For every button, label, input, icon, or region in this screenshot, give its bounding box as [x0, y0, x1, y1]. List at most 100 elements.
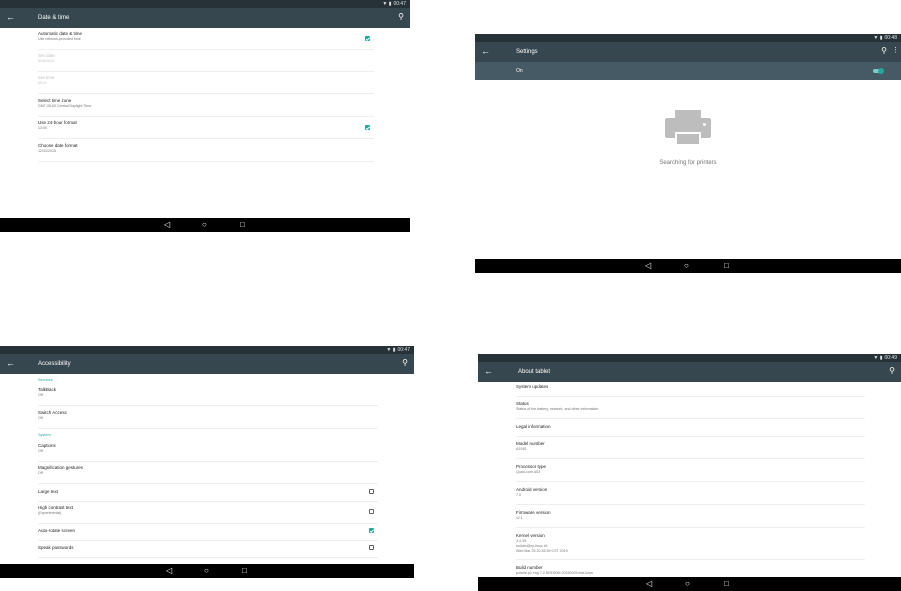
checkbox-checked[interactable] — [365, 125, 370, 130]
item-subtitle: 5/16/2019 — [38, 59, 54, 63]
list-item-time-zone[interactable]: Select time zone GMT-05:00 Central Dayli… — [38, 98, 374, 117]
page-title: Date & time — [38, 15, 70, 21]
wifi-battery-icon: ▼ ▮ — [873, 35, 883, 41]
item-subtitle: A1045 — [516, 447, 527, 451]
item-subtitle: GMT-05:00 Central Daylight Time — [38, 104, 92, 108]
list-item-captions[interactable]: Captions Off — [38, 443, 378, 462]
status-bar: ▼ ▮ 00:49 — [478, 354, 901, 362]
app-bar: ← Accessibility ⚲ — [0, 354, 414, 374]
back-arrow-icon[interactable]: ← — [6, 358, 15, 368]
on-off-switch[interactable] — [873, 68, 884, 74]
list-item-status[interactable]: Status Status of the battery, network, a… — [516, 401, 865, 419]
item-title: Select time zone — [38, 98, 72, 103]
list-item-auto-rotate[interactable]: Auto-rotate screen — [38, 527, 378, 541]
wifi-battery-icon: ▼ ▮ — [386, 347, 396, 353]
list-item-automatic-date-time[interactable]: Automatic date & time Use network-provid… — [38, 31, 374, 50]
item-subtitle: Use network-provided time — [38, 37, 81, 41]
item-subtitle: Quad-core A53 — [516, 470, 541, 474]
item-title: System updates — [516, 384, 549, 389]
switch-knob — [878, 68, 884, 74]
list-item-legal-information[interactable]: Legal information — [516, 424, 865, 437]
list-item-large-text[interactable]: Large text — [38, 488, 378, 502]
item-subtitle: (Experimental) — [38, 511, 62, 515]
list-item-switch-access[interactable]: Switch Access Off — [38, 410, 378, 429]
search-icon[interactable]: ⚲ — [881, 46, 887, 56]
list-item-speak-passwords[interactable]: Speak passwords — [38, 544, 378, 558]
nav-back-icon[interactable]: ◁ — [164, 220, 170, 230]
section-header-services: Services — [38, 378, 53, 382]
checkbox-checked[interactable] — [365, 36, 370, 41]
item-title: Legal information — [516, 424, 551, 429]
item-title: TalkBack — [38, 387, 57, 392]
item-subtitle: 12/31/2015 — [38, 149, 56, 153]
list-item-system-updates[interactable]: System updates — [516, 384, 865, 397]
item-title: Set date — [38, 53, 55, 58]
more-options-icon[interactable]: ⋮ — [892, 46, 899, 56]
app-bar: ← Date & time ⚲ — [0, 8, 410, 28]
item-title: Switch Access — [38, 410, 67, 415]
nav-home-icon[interactable]: ○ — [202, 220, 207, 230]
nav-recents-icon[interactable]: □ — [724, 579, 729, 589]
item-title: Android version — [516, 487, 548, 492]
list-item-build-number: Build number polaris-p2 eng 7.0 NRD90M 2… — [516, 565, 865, 577]
item-title: Choose date format — [38, 143, 78, 148]
nav-back-icon[interactable]: ◁ — [646, 579, 652, 589]
nav-home-icon[interactable]: ○ — [685, 579, 690, 589]
checkbox-unchecked[interactable] — [369, 509, 374, 514]
back-arrow-icon[interactable]: ← — [6, 12, 15, 22]
navigation-bar: ◁ ○ □ — [0, 564, 414, 578]
search-icon[interactable]: ⚲ — [402, 358, 408, 368]
screen-printing: ▼ ▮ 00:48 ← Settings ⚲ ⋮ On Searching for… — [475, 34, 901, 273]
item-title: Status — [516, 401, 529, 406]
item-title: Firmware version — [516, 510, 551, 515]
item-subtitle: Status of the battery, network, and othe… — [516, 407, 599, 411]
printer-top — [675, 110, 701, 118]
checkbox-unchecked[interactable] — [369, 545, 374, 550]
wifi-battery-icon: ▼ ▮ — [382, 1, 392, 7]
item-subtitle: 7.0 — [516, 493, 521, 497]
screen-about-tablet: ▼ ▮ 00:49 ← About tablet ⚲ System updates… — [478, 354, 901, 591]
switch-label: On — [516, 68, 523, 74]
nav-home-icon[interactable]: ○ — [684, 261, 689, 271]
list-item-android-version[interactable]: Android version 7.0 — [516, 487, 865, 505]
status-time: 00:48 — [884, 35, 897, 41]
searching-message: Searching for printers — [659, 160, 717, 166]
nav-back-icon[interactable]: ◁ — [645, 261, 651, 271]
nav-back-icon[interactable]: ◁ — [166, 566, 172, 576]
back-arrow-icon[interactable]: ← — [481, 46, 490, 56]
search-icon[interactable]: ⚲ — [398, 12, 404, 22]
item-title: Magnification gestures — [38, 465, 84, 470]
list-item-date-format[interactable]: Choose date format 12/31/2015 — [38, 143, 374, 162]
item-subtitle-line-3: Wed Mar 25 20:33:39 CST 2019 — [516, 549, 568, 553]
nav-home-icon[interactable]: ○ — [204, 566, 209, 576]
item-subtitle: Off — [38, 416, 43, 420]
nav-recents-icon[interactable]: □ — [724, 261, 729, 271]
status-bar: ▼ ▮ 00:48 — [475, 34, 901, 42]
list-item-magnification[interactable]: Magnification gestures Off — [38, 465, 378, 484]
status-time: 00:47 — [393, 1, 406, 7]
item-subtitle-line-2: builder@xp-linux #1 — [516, 544, 548, 548]
list-item-processor-type: Processor type Quad-core A53 — [516, 464, 865, 482]
item-subtitle: 00:47 — [38, 81, 47, 85]
printer-paper — [675, 132, 701, 146]
item-title: Speak passwords — [38, 545, 74, 550]
master-switch-row[interactable]: On — [475, 62, 901, 80]
item-subtitle: 13:00 — [38, 126, 47, 130]
checkbox-unchecked[interactable] — [369, 489, 374, 494]
list-item-24-hour-format[interactable]: Use 24-hour format 13:00 — [38, 120, 374, 139]
list-item-model-number: Model number A1045 — [516, 441, 865, 459]
list-item-talkback[interactable]: TalkBack Off — [38, 387, 378, 406]
list-item-set-time: Set time 00:47 — [38, 75, 374, 94]
item-title: High contrast text — [38, 505, 74, 510]
nav-recents-icon[interactable]: □ — [240, 220, 245, 230]
item-subtitle: Off — [38, 393, 43, 397]
checkbox-checked[interactable] — [369, 528, 374, 533]
printer-light — [703, 123, 706, 126]
app-bar: ← Settings ⚲ ⋮ — [475, 42, 901, 62]
back-arrow-icon[interactable]: ← — [484, 366, 493, 376]
list-item-high-contrast[interactable]: High contrast text (Experimental) — [38, 505, 378, 524]
status-bar: ▼ ▮ 00:47 — [0, 0, 410, 8]
nav-recents-icon[interactable]: □ — [242, 566, 247, 576]
search-icon[interactable]: ⚲ — [889, 366, 895, 376]
item-subtitle: v2.1 — [516, 516, 523, 520]
